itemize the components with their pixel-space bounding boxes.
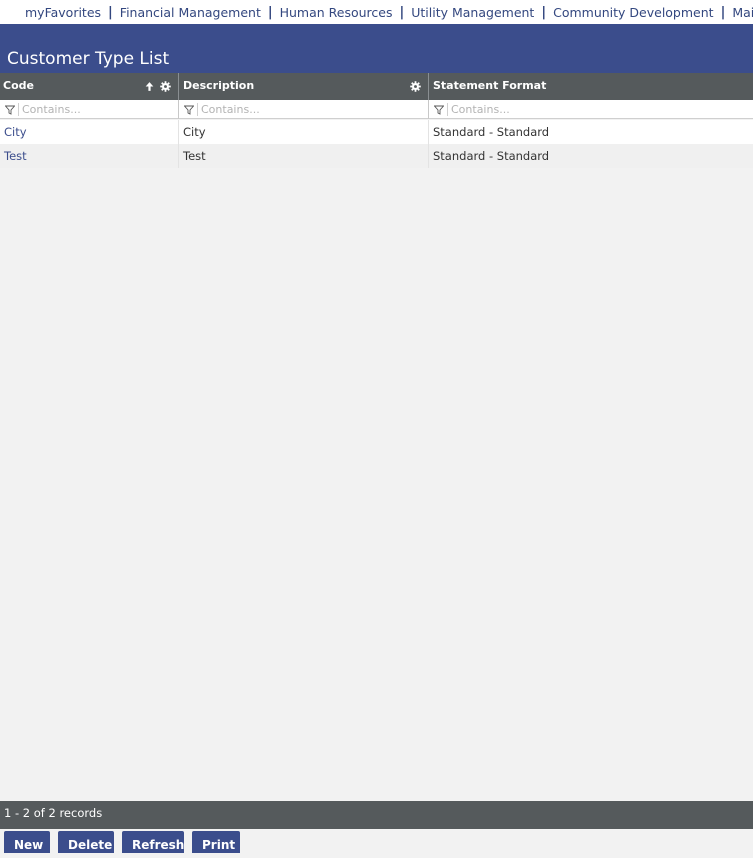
nav-utility-management[interactable]: Utility Management [411,5,534,20]
filter-icon[interactable] [5,105,15,115]
column-header-label: Code [3,79,34,92]
page-title-bar: Customer Type List [0,24,753,73]
top-navigation: myFavorites | Financial Management | Hum… [0,0,753,24]
filter-icon[interactable] [434,105,444,115]
new-button[interactable]: New [4,831,50,853]
filter-cell-description [179,100,429,119]
cell-statement-format: Standard - Standard [433,125,550,139]
grid-body: City City Standard - Standard Test Test … [0,120,753,168]
grid-header: Code Description Statement Format [0,73,753,100]
nav-separator: | [108,4,113,20]
filter-input-statement-format[interactable] [451,103,591,116]
nav-separator: | [399,4,405,20]
column-header-statement-format[interactable]: Statement Format [429,73,753,100]
filter-input-description[interactable] [201,103,341,116]
filter-row [0,100,753,119]
nav-separator: | [541,4,547,20]
filter-divider [447,103,448,116]
filter-divider [197,103,198,116]
nav-financial-management[interactable]: Financial Management [120,5,261,20]
print-button[interactable]: Print [192,831,240,853]
nav-human-resources[interactable]: Human Resources [280,5,393,20]
filter-divider [18,103,19,116]
sort-up-icon[interactable] [144,81,155,92]
gear-icon[interactable] [160,81,171,92]
refresh-button[interactable]: Refresh [122,831,184,853]
filter-input-code[interactable] [22,103,162,116]
gear-icon[interactable] [410,81,421,92]
column-header-code[interactable]: Code [0,73,179,100]
nav-separator: | [267,4,273,20]
table-row[interactable]: City City Standard - Standard [0,120,753,144]
column-header-label: Description [183,79,255,92]
cell-description: Test [179,144,429,168]
filter-cell-statement-format [429,100,753,119]
column-header-description[interactable]: Description [179,73,429,100]
delete-button[interactable]: Delete [58,831,114,853]
filter-cell-code [0,100,179,119]
cell-code-link[interactable]: City [0,120,179,144]
grid-footer: 1 - 2 of 2 records [0,801,753,829]
cell-statement-format: Standard - Standard [433,149,550,163]
record-count: 1 - 2 of 2 records [4,806,103,820]
nav-maintenance[interactable]: Maintenance [732,5,753,20]
page-title: Customer Type List [7,49,170,69]
nav-myfavorites[interactable]: myFavorites [25,5,101,20]
cell-description: City [179,120,429,144]
nav-community-development[interactable]: Community Development [553,5,713,20]
table-row[interactable]: Test Test Standard - Standard [0,144,753,168]
nav-separator: | [720,4,726,20]
filter-icon[interactable] [184,105,194,115]
action-buttons: New Delete Refresh Print [0,831,753,858]
cell-code-link[interactable]: Test [0,144,179,168]
column-header-label: Statement Format [433,79,547,92]
